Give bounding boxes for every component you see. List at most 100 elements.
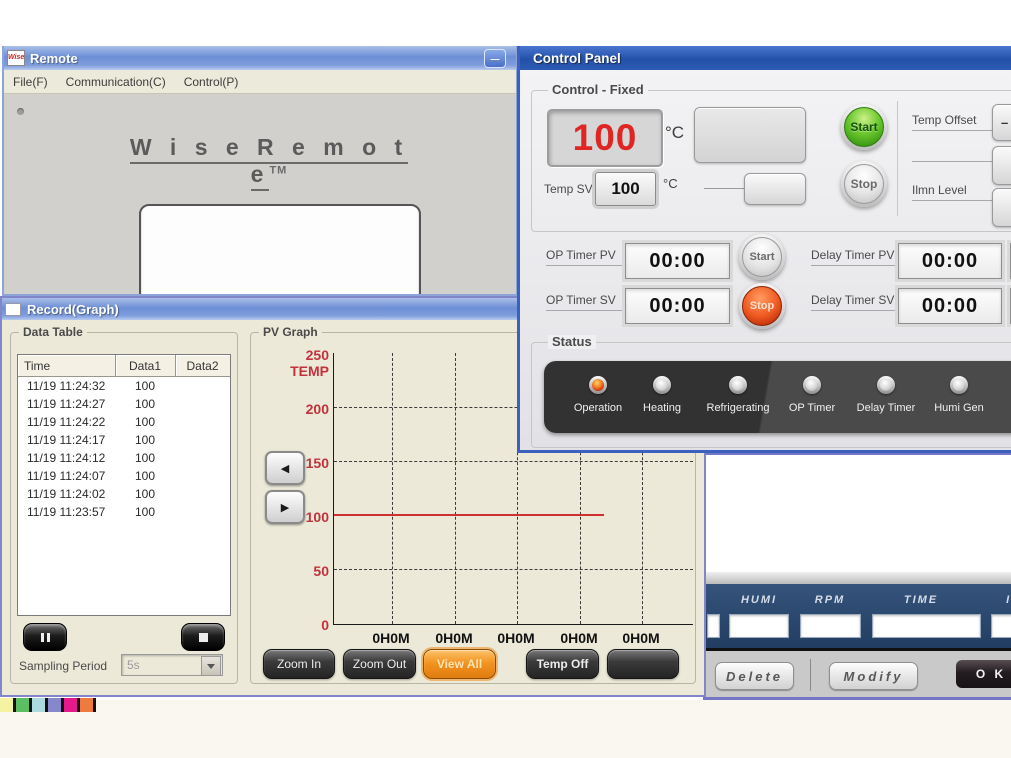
table-row[interactable]: 11/19 11:24:27100: [18, 395, 230, 413]
table-row[interactable]: 11/19 11:24:22100: [18, 413, 230, 431]
menu-communication[interactable]: Communication(C): [57, 73, 175, 91]
taskbar-swatch[interactable]: [64, 698, 80, 712]
control-panel-title: Control Panel: [533, 51, 621, 66]
timer-start-button[interactable]: Start: [739, 234, 785, 280]
led-op-timer: [803, 376, 821, 394]
dropdown-button[interactable]: [201, 656, 221, 676]
menu-file[interactable]: File(F): [4, 73, 57, 91]
data-table-group: Data Table Time Data1 Data2 11/19 11:24:…: [10, 332, 238, 684]
connector-line: [704, 188, 744, 189]
y-tick-50: 50: [279, 564, 329, 578]
delete-button[interactable]: Delete: [715, 662, 794, 690]
column-label-rpm: RPM: [785, 594, 875, 607]
table-row[interactable]: 11/19 11:24:17100: [18, 431, 230, 449]
chevron-down-icon: [207, 664, 215, 669]
sampling-period-select[interactable]: 5s: [121, 654, 223, 676]
ilmn-level-label: Ilmn Level: [912, 183, 994, 201]
temp-pv-unit: °C: [665, 123, 684, 143]
time-input[interactable]: [872, 614, 981, 638]
ilmn-level-button[interactable]: [992, 188, 1011, 227]
timer-stop-button[interactable]: Stop: [739, 283, 785, 329]
y-tick-0: 0: [279, 618, 329, 632]
status-group: Status Operation Heating Refrigerating O…: [531, 342, 1011, 448]
control-panel-titlebar[interactable]: Control Panel: [520, 46, 1011, 70]
led-delay-timer: [877, 376, 895, 394]
zoom-out-button[interactable]: Zoom Out: [343, 649, 416, 679]
zoom-in-button[interactable]: Zoom In: [263, 649, 335, 679]
minimize-button[interactable]: —: [484, 49, 506, 68]
remote-menubar: File(F) Communication(C) Control(P): [4, 70, 518, 94]
remote-titlebar[interactable]: Wise Remote —: [4, 46, 516, 70]
led-heating: [653, 376, 671, 394]
sampling-period-value: 5s: [127, 658, 140, 672]
column-label-time: TIME: [876, 594, 966, 607]
taskbar-swatch[interactable]: [0, 698, 16, 712]
schedule-silver-strip: [706, 572, 1011, 584]
ok-button[interactable]: O K: [956, 660, 1011, 688]
gridline-h-150: [334, 461, 693, 462]
taskbar-swatch[interactable]: [48, 698, 64, 712]
secondary-display: [694, 107, 806, 163]
led-label: Humi Gen: [914, 402, 1004, 414]
y-tick-200: 200: [279, 402, 329, 416]
x-tick-4: 0H0M: [554, 631, 604, 645]
blank-button[interactable]: [607, 649, 679, 679]
rpm-input[interactable]: [800, 614, 861, 638]
modify-button[interactable]: Modify: [829, 662, 918, 690]
column-header-data2[interactable]: Data2: [175, 355, 230, 377]
taskbar-swatch[interactable]: [16, 698, 32, 712]
pv-series-line: [334, 514, 604, 516]
remote-window: Wise Remote — File(F) Communication(C) C…: [2, 46, 518, 296]
wise-logo-icon: Wise: [7, 50, 25, 66]
status-legend: Status: [548, 335, 596, 349]
column-label-ilmn: IL: [968, 594, 1011, 607]
taskbar-swatch[interactable]: [80, 698, 96, 712]
trademark-symbol: TM: [269, 164, 287, 176]
column-header-data1[interactable]: Data1: [115, 355, 175, 377]
button-divider: [810, 659, 811, 691]
humi-input[interactable]: [729, 614, 789, 638]
menu-control[interactable]: Control(P): [175, 73, 248, 91]
minus-icon: –: [1001, 115, 1008, 130]
led-refrigerating: [729, 376, 747, 394]
edge-input[interactable]: [707, 614, 720, 638]
desktop-bottom-area: [0, 700, 1011, 758]
control-start-button[interactable]: Start: [841, 104, 887, 150]
pv-graph-legend: PV Graph: [259, 325, 322, 339]
pause-record-button[interactable]: [23, 623, 67, 651]
table-row[interactable]: 11/19 11:24:12100: [18, 449, 230, 467]
op-timer-sv-box[interactable]: 00:00: [625, 288, 730, 324]
table-row[interactable]: 11/19 11:23:57100: [18, 503, 230, 521]
sampling-period-label: Sampling Period: [19, 659, 107, 673]
remote-window-title: Remote: [30, 51, 78, 66]
sv-set-button[interactable]: [744, 173, 806, 205]
table-header-row: Time Data1 Data2: [18, 355, 230, 377]
scroll-right-button[interactable]: ▶: [265, 490, 305, 524]
offset-mid-button[interactable]: [992, 146, 1011, 185]
x-tick-3: 0H0M: [491, 631, 541, 645]
temp-off-button[interactable]: Temp Off: [526, 649, 599, 679]
table-row[interactable]: 11/19 11:24:32100: [18, 377, 230, 396]
led-operation: [589, 376, 607, 394]
delay-timer-sv-box[interactable]: 00:00: [898, 288, 1002, 324]
table-row[interactable]: 11/19 11:24:07100: [18, 467, 230, 485]
view-all-button[interactable]: View All: [423, 649, 496, 679]
control-stop-button[interactable]: Stop: [841, 161, 887, 207]
op-timer-sv-label: OP Timer SV: [546, 293, 624, 311]
scroll-left-button[interactable]: ◀: [265, 451, 305, 485]
desktop: Wise Remote — File(F) Communication(C) C…: [0, 0, 1011, 758]
offset-underline: [912, 161, 994, 162]
stop-record-button[interactable]: [181, 623, 225, 651]
table-row[interactable]: 11/19 11:24:02100: [18, 485, 230, 503]
temp-sv-unit: °C: [663, 176, 678, 191]
temp-sv-field[interactable]: 100: [595, 172, 656, 206]
ilmn-input[interactable]: [991, 614, 1011, 638]
record-window-title: Record(Graph): [27, 302, 119, 317]
temp-offset-label: Temp Offset: [912, 113, 994, 131]
temp-offset-button[interactable]: –: [992, 104, 1011, 141]
control-fixed-legend: Control - Fixed: [548, 83, 648, 97]
column-header-time[interactable]: Time: [18, 355, 115, 377]
delay-timer-pv-label: Delay Timer PV: [811, 248, 897, 266]
x-tick-5: 0H0M: [616, 631, 666, 645]
taskbar-swatch[interactable]: [32, 698, 48, 712]
